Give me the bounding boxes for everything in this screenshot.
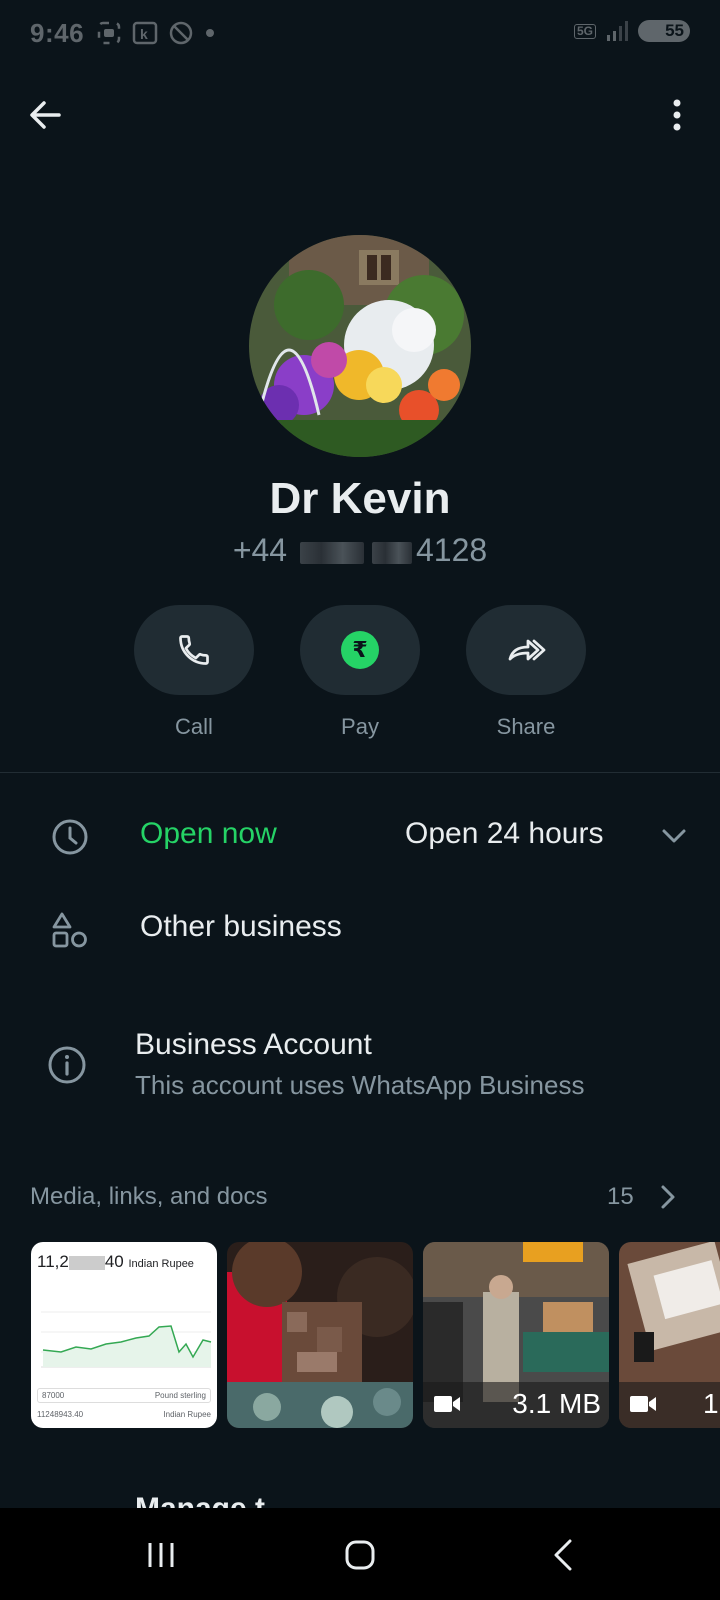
redacted-digits (371, 541, 412, 564)
business-account-title[interactable]: Business Account (135, 1028, 372, 1062)
category-shapes-icon (50, 910, 90, 950)
call-label: Call (175, 714, 213, 739)
section-divider (0, 772, 720, 773)
redacted-digits (299, 541, 364, 564)
media-thumb-photo[interactable] (227, 1242, 413, 1428)
call-button[interactable] (134, 605, 254, 695)
svg-text:k: k (140, 26, 148, 42)
more-vert-icon (673, 99, 681, 131)
thumb-bottom-unit: Indian Rupee (163, 1410, 211, 1419)
home-button[interactable] (330, 1530, 390, 1580)
media-thumb-video[interactable]: 1 (619, 1242, 720, 1428)
video-size: 3.1 MB (512, 1388, 601, 1419)
share-label: Share (496, 714, 556, 739)
phone-suffix: 4128 (415, 532, 488, 568)
thumb-chart-heading-tail: 40 (104, 1252, 124, 1271)
recent-apps-button[interactable] (131, 1530, 191, 1580)
nav-back-button[interactable] (533, 1530, 593, 1580)
phone-icon (179, 635, 209, 665)
network-type: 5G (573, 23, 596, 39)
shield-off-icon (169, 21, 193, 45)
status-system-icons: 5G 55 (573, 20, 690, 42)
screenshot-icon (97, 21, 121, 45)
share-icon (508, 639, 546, 661)
status-time: 9:46 (30, 18, 85, 48)
thumb-chart-heading: 11,2 (37, 1252, 69, 1271)
contact-name: Dr Kevin (269, 474, 451, 523)
contact-phone: +44 4128 (0, 532, 720, 569)
share-button[interactable] (466, 605, 586, 695)
video-size: 1 (703, 1388, 719, 1419)
info-icon (47, 1045, 87, 1085)
status-notification-icons: k (96, 20, 216, 46)
profile-photo[interactable] (249, 235, 471, 457)
thumb-mid-unit: Pound sterling (154, 1391, 206, 1400)
pay-label: Pay (341, 714, 379, 739)
business-category: Other business (140, 910, 342, 943)
open-status: Open now (140, 817, 277, 850)
chevron-down-icon[interactable] (654, 816, 694, 856)
opening-hours[interactable]: Open 24 hours (405, 817, 603, 851)
media-thumb-video[interactable]: 3.1 MB (423, 1242, 609, 1428)
thumb-chart-currency: Indian Rupee (128, 1258, 194, 1270)
media-thumb-chart-screenshot[interactable]: 11,2 40 Indian Rupee 87000 Pound sterling… (31, 1242, 217, 1428)
pay-button[interactable]: ₹ (300, 605, 420, 695)
redacted-digits (68, 1255, 105, 1270)
signal-icon (607, 21, 628, 41)
thumb-line-chart (41, 1311, 212, 1368)
thumb-mid-value: 87000 (42, 1391, 65, 1400)
thumb-bottom-value: 11248943.40 (37, 1410, 84, 1419)
recent-apps-icon (148, 1543, 174, 1567)
phone-prefix: +44 (232, 532, 288, 568)
dot-icon (206, 29, 214, 37)
chevron-right-icon[interactable] (660, 1184, 676, 1215)
video-camera-icon (630, 1396, 656, 1412)
nav-back-icon (554, 1539, 572, 1571)
more-options-button[interactable] (662, 92, 692, 138)
battery-indicator: 55 (638, 20, 690, 42)
home-icon (345, 1540, 375, 1570)
video-camera-icon (434, 1396, 460, 1412)
back-button[interactable] (22, 92, 68, 138)
business-account-subtitle: This account uses WhatsApp Business (135, 1070, 585, 1100)
media-count[interactable]: 15 (607, 1183, 634, 1211)
rupee-icon: ₹ (341, 631, 379, 669)
clock-icon (50, 817, 90, 857)
media-section-title[interactable]: Media, links, and docs (30, 1183, 267, 1211)
back-arrow-icon (30, 101, 61, 129)
battery-level: 55 (665, 21, 684, 40)
k-app-icon: k (132, 21, 158, 45)
